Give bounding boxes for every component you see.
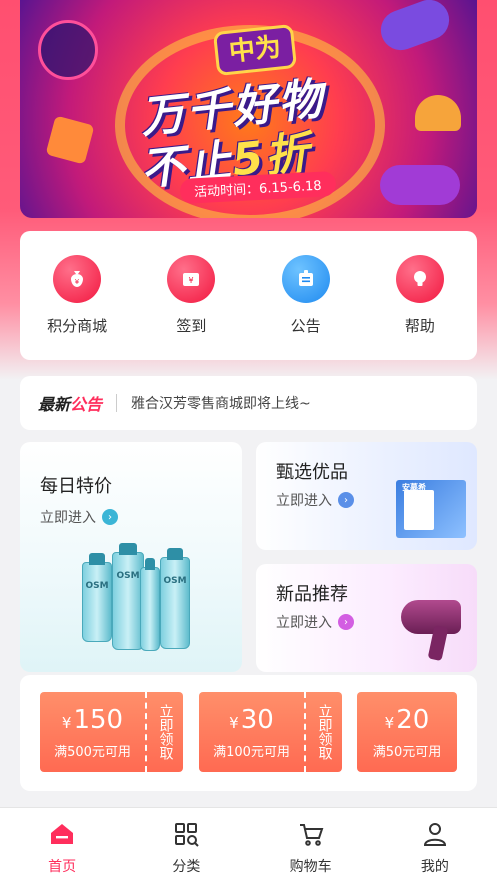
coupon-condition: 满100元可用 [213, 744, 290, 760]
promo-selected-goods[interactable]: 甄选优品 立即进入 › 安慕希 [256, 442, 477, 550]
lightbulb-icon [395, 255, 444, 303]
promo-banner[interactable]: 中为 万千好物 不止5折 活动时间：6.15-6.18 [20, 0, 477, 218]
quick-item-notice[interactable]: 公告 [249, 231, 363, 360]
coupon-amount: ¥20 [384, 704, 430, 735]
tab-label: 我的 [420, 859, 449, 875]
money-bag-icon: ¥ [53, 255, 102, 303]
tab-label: 购物车 [289, 859, 332, 875]
coupon-card[interactable]: ¥20 满50元可用 [357, 692, 457, 772]
burger-decoration [415, 95, 461, 131]
home-icon [48, 820, 76, 848]
bottom-tab-bar: 首页 分类 购物车 我的 [0, 807, 497, 883]
chevron-right-icon: › [102, 509, 118, 525]
milk-product-image: 安慕希 [396, 480, 466, 538]
ferris-wheel-decoration [38, 20, 98, 80]
tab-category[interactable]: 分类 [124, 808, 248, 883]
notice-icon [281, 255, 330, 303]
quick-item-help[interactable]: 帮助 [363, 231, 477, 360]
ticket-icon: ¥ [167, 255, 216, 303]
coupon-condition: 满500元可用 [54, 744, 131, 760]
tab-home[interactable]: 首页 [0, 808, 124, 883]
notice-text: 雅合汉芳零售商城即将上线~ [131, 396, 311, 412]
quick-item-label: 公告 [290, 317, 321, 335]
chevron-right-icon: › [338, 492, 354, 508]
coupon-condition: 满50元可用 [372, 744, 442, 760]
claim-button[interactable]: 立即领取 [145, 692, 183, 772]
chevron-right-icon: › [338, 614, 354, 630]
user-icon [421, 820, 449, 848]
promo-enter-link[interactable]: 立即进入 › [276, 612, 354, 632]
tab-label: 分类 [172, 859, 201, 875]
coupon-card[interactable]: ¥30 满100元可用 立即领取 [199, 692, 342, 772]
tab-label: 首页 [48, 859, 77, 875]
promo-title: 甄选优品 [276, 462, 348, 483]
notice-bar[interactable]: 最新公告 雅合汉芳零售商城即将上线~ [20, 376, 477, 430]
svg-text:¥: ¥ [189, 276, 194, 285]
quick-item-label: 帮助 [404, 317, 435, 335]
promo-new-arrivals[interactable]: 新品推荐 立即进入 › [256, 564, 477, 672]
category-icon [172, 820, 200, 848]
quick-item-label: 签到 [176, 317, 207, 335]
notice-tag: 最新公告 [38, 395, 103, 414]
hairdryer-decoration [375, 0, 455, 56]
quick-item-checkin[interactable]: ¥ 签到 [134, 231, 248, 360]
divider [116, 394, 118, 412]
quick-item-points-mall[interactable]: ¥ 积分商城 [20, 231, 134, 360]
coupon-card[interactable]: ¥150 满500元可用 立即领取 [40, 692, 183, 772]
promo-enter-link[interactable]: 立即进入 › [276, 490, 354, 510]
gamepad-decoration [380, 165, 460, 205]
promo-enter-link[interactable]: 立即进入 › [40, 507, 118, 527]
bag-decoration [45, 115, 95, 165]
coupon-amount: ¥30 [229, 704, 274, 735]
promo-title: 每日特价 [40, 476, 112, 497]
tab-profile[interactable]: 我的 [373, 808, 497, 883]
svg-text:¥: ¥ [75, 278, 80, 286]
cart-icon [297, 820, 325, 848]
claim-button[interactable]: 立即领取 [304, 692, 342, 772]
coupon-section: ¥150 满500元可用 立即领取 ¥30 满100元可用 立即领取 ¥20 满… [20, 675, 477, 791]
quick-menu: ¥ 积分商城 ¥ 签到 公告 帮助 [20, 231, 477, 360]
tab-cart[interactable]: 购物车 [249, 808, 373, 883]
promo-daily-deals[interactable]: 每日特价 立即进入 › OSM OSM OSM [20, 442, 242, 672]
quick-item-label: 积分商城 [47, 317, 108, 335]
promo-title: 新品推荐 [276, 584, 348, 605]
coupon-amount: ¥150 [61, 704, 124, 735]
